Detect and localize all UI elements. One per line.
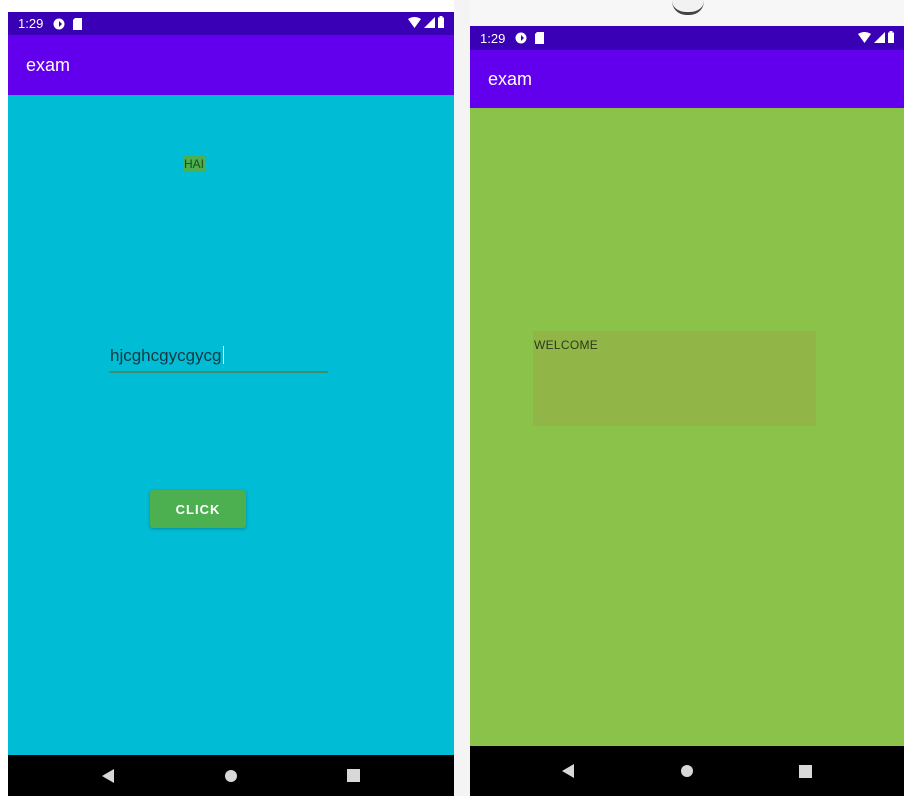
hai-label: HAI bbox=[183, 156, 206, 172]
home-icon[interactable] bbox=[211, 761, 251, 791]
screenshot-gap-divider bbox=[454, 0, 470, 796]
phone-screen-main: 1:29 exam HAI hjcghcgycgycg CLICK bbox=[8, 12, 454, 796]
signal-icon bbox=[874, 31, 885, 46]
back-icon[interactable] bbox=[89, 761, 129, 791]
app-title: exam bbox=[26, 54, 71, 75]
signal-icon bbox=[424, 16, 435, 31]
text-input-value: hjcghcgycgycg bbox=[110, 346, 224, 366]
navigation-bar bbox=[470, 746, 904, 796]
sd-card-icon bbox=[535, 32, 545, 44]
home-icon[interactable] bbox=[667, 756, 707, 786]
sd-card-icon bbox=[73, 17, 83, 30]
phone-screen-welcome: 1:29 exam WELCOME bbox=[470, 26, 904, 796]
battery-icon bbox=[888, 30, 894, 46]
status-time: 1:29 bbox=[18, 16, 44, 31]
main-content: WELCOME bbox=[470, 108, 904, 746]
welcome-textview: WELCOME bbox=[533, 331, 816, 426]
battery-icon bbox=[438, 16, 444, 31]
recents-icon[interactable] bbox=[785, 756, 825, 786]
app-title: exam bbox=[488, 68, 533, 89]
play-protect-icon bbox=[53, 18, 65, 30]
recents-icon[interactable] bbox=[333, 761, 373, 791]
status-indicators bbox=[858, 30, 894, 46]
click-button[interactable]: CLICK bbox=[150, 490, 246, 528]
main-content: HAI hjcghcgycgycg CLICK bbox=[8, 95, 454, 755]
text-input[interactable]: hjcghcgycgycg bbox=[109, 343, 328, 373]
status-time: 1:29 bbox=[480, 30, 506, 46]
app-bar: exam bbox=[8, 35, 454, 95]
welcome-label: WELCOME bbox=[534, 338, 599, 352]
navigation-bar bbox=[8, 755, 454, 796]
app-bar: exam bbox=[470, 50, 904, 108]
text-input-content: hjcghcgycgycg bbox=[110, 346, 222, 365]
status-bar: 1:29 bbox=[8, 12, 454, 35]
status-indicators bbox=[408, 16, 444, 31]
text-cursor bbox=[222, 346, 224, 364]
play-protect-icon bbox=[515, 32, 527, 44]
status-bar: 1:29 bbox=[470, 26, 904, 50]
wifi-icon bbox=[408, 16, 421, 31]
back-icon[interactable] bbox=[549, 756, 589, 786]
wifi-icon bbox=[858, 31, 871, 46]
